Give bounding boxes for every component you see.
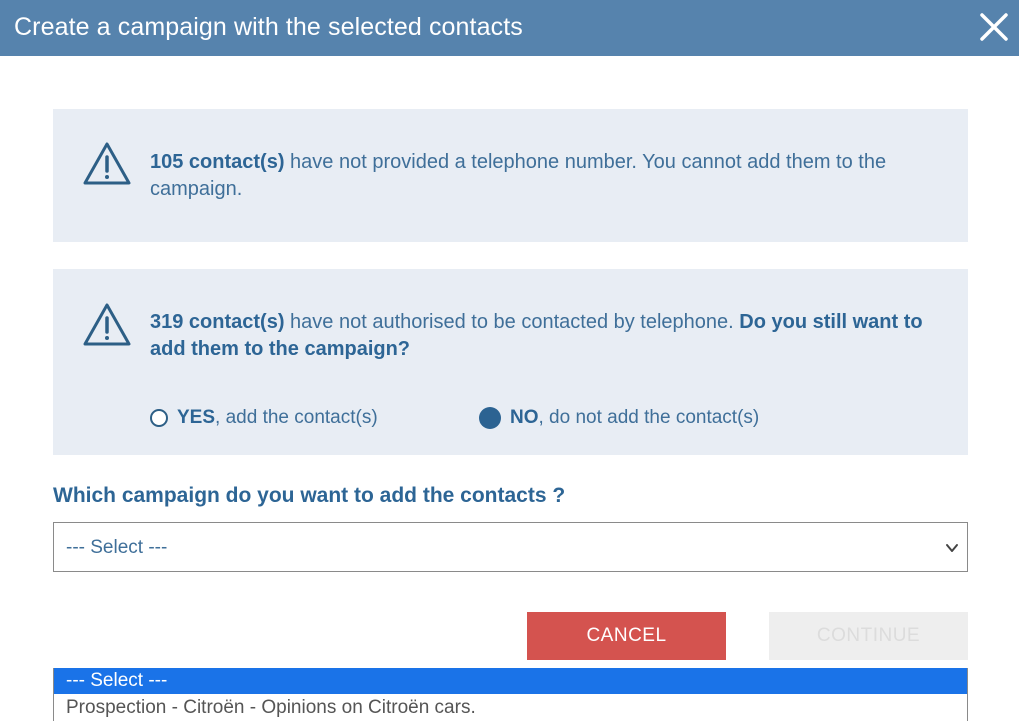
warning-panel-no-consent: 319 contact(s) have not authorised to be… <box>53 269 968 455</box>
warning-message: 105 contact(s) have not provided a telep… <box>150 149 940 203</box>
radio-no-do-not-add[interactable]: NO, do not add the contact(s) <box>479 406 759 430</box>
dropdown-option-select[interactable]: --- Select --- <box>54 668 967 694</box>
campaign-select-value: --- Select --- <box>66 537 168 558</box>
campaign-question: Which campaign do you want to add the co… <box>53 484 566 507</box>
radio-yes-add-contacts[interactable]: YES, add the contact(s) <box>150 406 378 430</box>
radio-unchecked-icon[interactable] <box>150 409 168 427</box>
radio-yes-label: YES, add the contact(s) <box>177 407 378 428</box>
contact-count: 319 contact(s) <box>150 311 285 333</box>
warning-text: have not authorised to be contacted by t… <box>284 311 740 333</box>
warning-triangle-icon <box>83 303 131 346</box>
dialog-titlebar: Create a campaign with the selected cont… <box>0 0 1019 56</box>
warning-panel-no-phone: 105 contact(s) have not provided a telep… <box>53 109 968 242</box>
warning-message: 319 contact(s) have not authorised to be… <box>150 309 940 363</box>
continue-button[interactable]: CONTINUE <box>769 612 968 660</box>
close-icon[interactable] <box>977 10 1011 44</box>
radio-checked-icon[interactable] <box>479 407 501 429</box>
contact-count: 105 contact(s) <box>150 151 285 173</box>
radio-no-label: NO, do not add the contact(s) <box>510 407 760 428</box>
warning-triangle-icon <box>83 142 131 185</box>
dialog-title: Create a campaign with the selected cont… <box>14 13 523 41</box>
cancel-button[interactable]: CANCEL <box>527 612 726 660</box>
campaign-select[interactable]: --- Select --- <box>53 522 968 572</box>
campaign-dropdown-list: --- Select --- Prospection - Citroën - O… <box>53 668 968 721</box>
chevron-down-icon[interactable] <box>945 541 959 555</box>
dropdown-option-citroen[interactable]: Prospection - Citroën - Opinions on Citr… <box>54 695 967 721</box>
